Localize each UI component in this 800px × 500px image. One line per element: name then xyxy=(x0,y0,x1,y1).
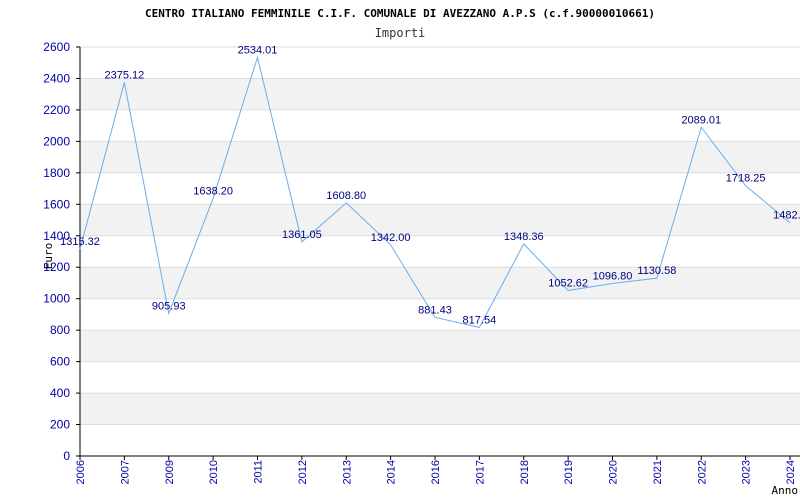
x-tick-label: 2018 xyxy=(519,460,531,484)
x-tick-label: 2010 xyxy=(208,460,220,484)
data-label: 1718.25 xyxy=(726,173,766,185)
y-tick-label: 400 xyxy=(50,386,70,400)
x-tick-label: 2011 xyxy=(253,460,265,484)
y-tick-label: 1000 xyxy=(43,292,70,306)
plot-band xyxy=(80,267,800,299)
data-label: 2089.01 xyxy=(681,114,721,126)
data-label: 1130.58 xyxy=(637,265,676,277)
data-label: 2534.01 xyxy=(238,44,278,56)
data-label: 1096.80 xyxy=(593,270,633,282)
data-label: 1315.32 xyxy=(60,236,100,248)
data-label: 1342.00 xyxy=(371,232,411,244)
plot-band xyxy=(80,47,800,79)
y-tick-label: 1800 xyxy=(43,166,70,180)
x-tick-label: 2007 xyxy=(119,460,131,484)
y-tick-label: 1600 xyxy=(43,197,70,211)
x-tick-label: 2024 xyxy=(785,460,797,484)
data-label: 905.93 xyxy=(152,300,186,312)
line-chart: CENTRO ITALIANO FEMMINILE C.I.F. COMUNAL… xyxy=(42,7,800,497)
x-tick-label: 2012 xyxy=(297,460,309,484)
plot-background xyxy=(80,47,800,456)
data-label: 817.54 xyxy=(463,314,497,326)
data-label: 1638.20 xyxy=(193,185,233,197)
x-tick-label: 2006 xyxy=(75,460,87,484)
y-tick-label: 2400 xyxy=(43,71,70,85)
plot-band xyxy=(80,424,800,456)
y-tick-label: 2200 xyxy=(43,103,70,117)
y-tick-label: 0 xyxy=(63,449,70,463)
x-tick-label: 2009 xyxy=(164,460,176,484)
y-tick-label: 2600 xyxy=(43,40,70,54)
x-tick-label: 2020 xyxy=(608,460,620,484)
x-tick-label: 2022 xyxy=(696,460,708,484)
x-tick-label: 2013 xyxy=(341,460,353,484)
data-label: 1052.62 xyxy=(548,277,588,289)
plot-band xyxy=(80,361,800,394)
x-tick-label: 2014 xyxy=(386,460,398,484)
plot-band xyxy=(80,78,800,110)
chart-title: CENTRO ITALIANO FEMMINILE C.I.F. COMUNAL… xyxy=(145,7,655,20)
plot-band xyxy=(80,330,800,362)
data-label: 881.43 xyxy=(418,304,452,316)
plot-band xyxy=(80,204,800,236)
y-tick-label: 600 xyxy=(50,355,70,369)
data-label: 1482.9 xyxy=(773,210,800,222)
x-tick-label: 2017 xyxy=(474,460,486,484)
y-tick-label: 2000 xyxy=(43,134,70,148)
x-axis-label: Anno xyxy=(772,484,799,497)
x-tick-label: 2023 xyxy=(741,460,753,484)
x-axis: 2006 2007 2009 2010 2011 2012 2013 2014 2016 2017… xyxy=(75,456,797,484)
data-label: 1608.80 xyxy=(326,190,366,202)
y-tick-label: 800 xyxy=(50,323,70,337)
chart-subtitle: Importi xyxy=(375,26,426,40)
x-tick-label: 2019 xyxy=(563,460,575,484)
x-tick-label: 2016 xyxy=(430,460,442,484)
data-label: 1348.36 xyxy=(504,231,544,243)
plot-band xyxy=(80,172,800,205)
x-tick-label: 2021 xyxy=(652,460,664,484)
y-axis-label: Euro xyxy=(42,243,55,270)
data-label: 2375.12 xyxy=(104,69,144,81)
data-label: 1361.05 xyxy=(282,229,322,241)
y-tick-label: 200 xyxy=(50,418,70,432)
plot-band xyxy=(80,393,800,425)
